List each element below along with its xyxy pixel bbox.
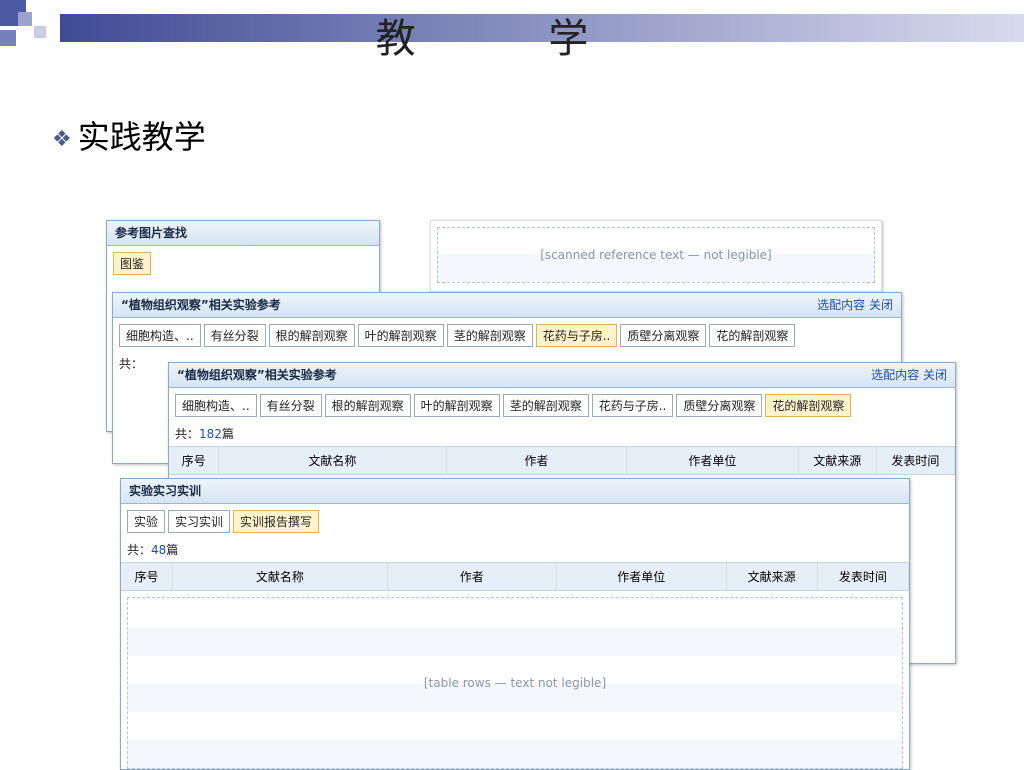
- tab-internship[interactable]: 实习实训: [168, 510, 231, 533]
- col-title: 文献名称: [173, 563, 388, 590]
- image-search-header: 参考图片查找: [107, 221, 379, 246]
- tab-leaf[interactable]: 叶的解剖观察: [413, 394, 500, 417]
- tab-anther[interactable]: 花药与子房..: [591, 394, 674, 417]
- plant-back-header: “植物组织观察”相关实验参考 选配内容 关闭: [113, 293, 901, 318]
- tab-mitosis[interactable]: 有丝分裂: [203, 324, 266, 347]
- tab-plasmolysis[interactable]: 质壁分离观察: [620, 324, 707, 347]
- slide-title: 教 学: [375, 16, 649, 62]
- tab-stem[interactable]: 茎的解剖观察: [502, 394, 589, 417]
- tab-cell-structure[interactable]: 细胞构造、..: [175, 394, 257, 417]
- tab-flower[interactable]: 花的解剖观察: [709, 324, 796, 347]
- tab-cell-structure[interactable]: 细胞构造、..: [119, 324, 201, 347]
- plant-front-table-header: 序号 文献名称 作者 作者单位 文献来源 发表时间: [169, 446, 955, 475]
- plant-front-tabs: 细胞构造、.. 有丝分裂 根的解剖观察 叶的解剖观察 茎的解剖观察 花药与子房.. 质壁分离…: [169, 388, 955, 421]
- training-panel: 实验实习实训 实验 实习实训 实训报告撰写 共：48篇 序号 文献名称 作者 作者单…: [120, 478, 910, 770]
- col-index: 序号: [169, 447, 220, 474]
- plant-front-count: 共：182篇: [175, 427, 234, 441]
- col-affiliation: 作者单位: [557, 563, 727, 590]
- tab-anther[interactable]: 花药与子房..: [535, 324, 618, 347]
- bullet-item: ❖ 实践教学: [52, 112, 206, 158]
- plant-back-tabs: 细胞构造、.. 有丝分裂 根的解剖观察 叶的解剖观察 茎的解剖观察 花药与子房.. 质壁分离…: [113, 318, 901, 351]
- tab-atlas[interactable]: 图鉴: [113, 252, 152, 275]
- col-author: 作者: [388, 563, 558, 590]
- col-author: 作者: [447, 447, 628, 474]
- col-title: 文献名称: [219, 447, 447, 474]
- col-date: 发表时间: [818, 563, 909, 590]
- col-affiliation: 作者单位: [627, 447, 799, 474]
- tab-root[interactable]: 根的解剖观察: [324, 394, 411, 417]
- col-index: 序号: [121, 563, 174, 590]
- plant-front-title: “植物组织观察”相关实验参考: [177, 368, 337, 382]
- tab-plasmolysis[interactable]: 质壁分离观察: [676, 394, 763, 417]
- tab-report-writing[interactable]: 实训报告撰写: [233, 510, 320, 533]
- tab-flower[interactable]: 花的解剖观察: [765, 394, 852, 417]
- plant-back-actions[interactable]: 选配内容 关闭: [817, 293, 893, 317]
- training-count: 共：48篇: [127, 543, 179, 557]
- diamond-bullet-icon: ❖: [52, 127, 72, 152]
- col-source: 文献来源: [727, 563, 818, 590]
- training-rows-placeholder: [table rows — text not legible]: [127, 597, 903, 769]
- plant-front-header: “植物组织观察”相关实验参考 选配内容 关闭: [169, 363, 955, 388]
- plant-front-actions[interactable]: 选配内容 关闭: [871, 363, 947, 387]
- training-header: 实验实习实训: [121, 479, 909, 504]
- tab-mitosis[interactable]: 有丝分裂: [259, 394, 322, 417]
- tab-leaf[interactable]: 叶的解剖观察: [357, 324, 444, 347]
- col-date: 发表时间: [877, 447, 955, 474]
- cnki-excerpt-panel: [scanned reference text — not legible]: [430, 220, 882, 292]
- training-table-header: 序号 文献名称 作者 作者单位 文献来源 发表时间: [121, 562, 909, 591]
- training-tabs: 实验 实习实训 实训报告撰写: [121, 504, 909, 537]
- col-source: 文献来源: [799, 447, 877, 474]
- tab-root[interactable]: 根的解剖观察: [268, 324, 355, 347]
- tab-stem[interactable]: 茎的解剖观察: [446, 324, 533, 347]
- excerpt-placeholder: [scanned reference text — not legible]: [437, 227, 875, 283]
- plant-back-title: “植物组织观察”相关实验参考: [121, 298, 281, 312]
- bullet-text: 实践教学: [77, 118, 206, 156]
- tab-experiment[interactable]: 实验: [127, 510, 166, 533]
